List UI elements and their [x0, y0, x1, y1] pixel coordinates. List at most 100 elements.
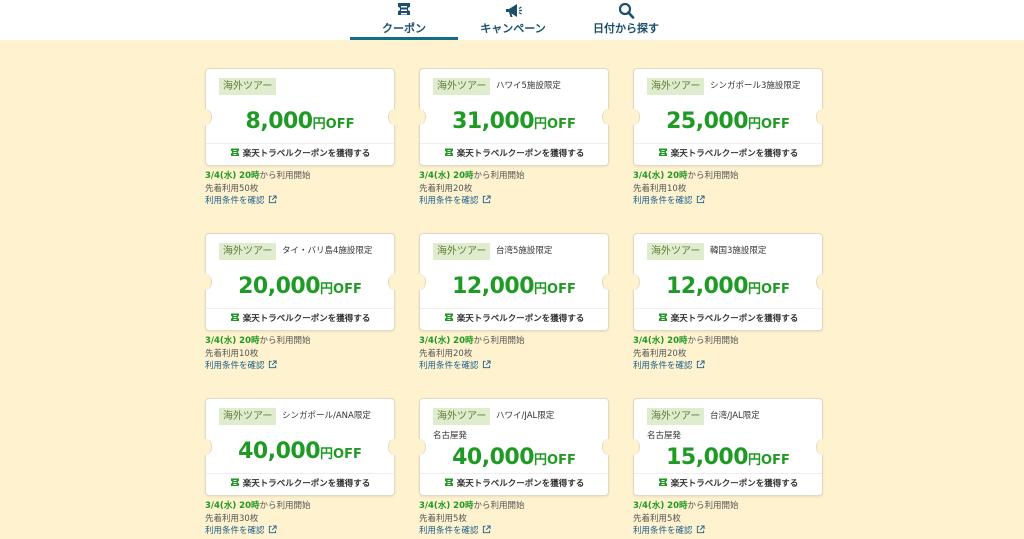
get-coupon-button[interactable]: 楽天トラベルクーポンを獲得する — [420, 473, 608, 495]
start-text: から利用開始 — [259, 336, 311, 346]
ticket-icon — [444, 148, 453, 156]
get-coupon-button[interactable]: 楽天トラベルクーポンを獲得する — [634, 473, 822, 495]
coupon-card[interactable]: 海外ツアー 8,000円OFF 楽天トラベルクーポンを獲得する — [200, 68, 400, 166]
terms-link[interactable]: 利用条件を確認 — [205, 525, 311, 538]
category-chip: 海外ツアー — [647, 78, 705, 95]
get-coupon-button[interactable]: 楽天トラベルクーポンを獲得する — [634, 143, 822, 165]
ticket-icon — [230, 148, 239, 156]
discount-amount: 20,000円OFF — [206, 274, 394, 299]
terms-link[interactable]: 利用条件を確認 — [633, 195, 739, 208]
get-coupon-label: 楽天トラベルクーポンを獲得する — [456, 149, 585, 159]
coupon-card[interactable]: 海外ツアー 台湾5施設限定 12,000円OFF 楽天トラベルクーポンを獲得する — [414, 233, 614, 331]
coupon-card[interactable]: 海外ツアー 韓国3施設限定 12,000円OFF 楽天トラベルクーポンを獲得する — [628, 233, 828, 331]
external-link-icon — [482, 525, 491, 534]
coupon-info: 3/4(水) 20時から利用開始 先着利用10枚 利用条件を確認 — [633, 170, 739, 208]
discount-amount: 12,000円OFF — [420, 274, 608, 299]
off-label: OFF — [547, 282, 576, 297]
discount-value: 25,000 — [666, 109, 749, 134]
start-line: 3/4(水) 20時から利用開始 — [419, 500, 525, 513]
terms-link[interactable]: 利用条件を確認 — [633, 525, 739, 538]
coupon-card[interactable]: 海外ツアー タイ・バリ島4施設限定 20,000円OFF 楽天トラベルクーポンを獲得す… — [200, 233, 400, 331]
get-coupon-button[interactable]: 楽天トラベルクーポンを獲得する — [634, 308, 822, 330]
coupon-card[interactable]: 海外ツアー 台湾/JAL限定 名古屋発 15,000円OFF 楽天トラベルクーポンを獲得… — [628, 398, 828, 496]
off-label: OFF — [333, 447, 362, 462]
get-coupon-label: 楽天トラベルクーポンを獲得する — [456, 479, 585, 489]
coupon-info: 3/4(水) 20時から利用開始 先着利用20枚 利用条件を確認 — [419, 335, 525, 373]
start-text: から利用開始 — [473, 336, 525, 346]
get-coupon-label: 楽天トラベルクーポンを獲得する — [670, 314, 799, 324]
discount-value: 31,000 — [452, 109, 535, 134]
usage-limit: 先着利用50枚 — [205, 183, 259, 194]
start-text: から利用開始 — [687, 336, 739, 346]
discount-value: 15,000 — [666, 445, 749, 470]
coupon-info: 3/4(水) 20時から利用開始 先着利用50枚 利用条件を確認 — [205, 170, 311, 208]
usage-limit: 先着利用30枚 — [205, 513, 259, 524]
terms-link[interactable]: 利用条件を確認 — [633, 360, 739, 373]
terms-link[interactable]: 利用条件を確認 — [419, 525, 525, 538]
get-coupon-label: 楽天トラベルクーポンを獲得する — [242, 479, 371, 489]
ticket-icon — [658, 148, 667, 156]
ticket-icon — [230, 478, 239, 486]
departure-label: 名古屋発 — [647, 431, 682, 441]
coupon-info: 3/4(水) 20時から利用開始 先着利用10枚 利用条件を確認 — [205, 335, 311, 373]
start-line: 3/4(水) 20時から利用開始 — [205, 500, 311, 513]
coupon-item: 海外ツアー 台湾/JAL限定 名古屋発 15,000円OFF 楽天トラベルクーポンを獲得… — [628, 398, 828, 536]
category-chip: 海外ツアー — [433, 78, 491, 95]
usage-limit: 先着利用20枚 — [419, 348, 473, 359]
currency-unit: 円 — [748, 453, 762, 468]
coupon-card[interactable]: 海外ツアー ハワイ5施設限定 31,000円OFF 楽天トラベルクーポンを獲得する — [414, 68, 614, 166]
tab-search-by-date[interactable]: 日付から探す — [576, 0, 676, 40]
start-text: から利用開始 — [259, 501, 311, 511]
terms-link[interactable]: 利用条件を確認 — [419, 360, 525, 373]
start-line: 3/4(水) 20時から利用開始 — [205, 335, 311, 348]
get-coupon-label: 楽天トラベルクーポンを獲得する — [670, 149, 799, 159]
terms-link[interactable]: 利用条件を確認 — [205, 360, 311, 373]
start-datetime: 3/4(水) 20時 — [633, 501, 688, 511]
off-label: OFF — [333, 282, 362, 297]
ticket-icon — [444, 313, 453, 321]
currency-unit: 円 — [320, 447, 334, 462]
discount-value: 12,000 — [452, 274, 535, 299]
get-coupon-button[interactable]: 楽天トラベルクーポンを獲得する — [206, 143, 394, 165]
coupon-item: 海外ツアー タイ・バリ島4施設限定 20,000円OFF 楽天トラベルクーポンを獲得す… — [200, 233, 400, 371]
category-chip: 海外ツアー — [647, 243, 705, 260]
terms-label: 利用条件を確認 — [205, 196, 265, 206]
ticket-icon — [230, 313, 239, 321]
usage-limit: 先着利用10枚 — [633, 183, 687, 194]
terms-link[interactable]: 利用条件を確認 — [205, 195, 311, 208]
category-chip: 海外ツアー — [433, 408, 491, 425]
discount-value: 20,000 — [238, 274, 321, 299]
start-datetime: 3/4(水) 20時 — [419, 501, 474, 511]
currency-unit: 円 — [320, 282, 334, 297]
discount-value: 8,000 — [245, 109, 314, 134]
category-chip: 海外ツアー — [647, 408, 705, 425]
terms-link[interactable]: 利用条件を確認 — [419, 195, 525, 208]
tab-coupon[interactable]: クーポン — [350, 0, 458, 40]
start-text: から利用開始 — [687, 501, 739, 511]
coupon-item: 海外ツアー シンガポール3施設限定 25,000円OFF 楽天トラベルクーポンを獲得す… — [628, 68, 828, 206]
search-icon — [618, 2, 635, 19]
coupon-card[interactable]: 海外ツアー ハワイ/JAL限定 名古屋発 40,000円OFF 楽天トラベルクーポンを獲… — [414, 398, 614, 496]
get-coupon-label: 楽天トラベルクーポンを獲得する — [242, 149, 371, 159]
get-coupon-button[interactable]: 楽天トラベルクーポンを獲得する — [420, 308, 608, 330]
terms-label: 利用条件を確認 — [633, 196, 693, 206]
tab-campaign[interactable]: キャンペーン — [463, 0, 563, 40]
coupon-target-label: シンガポール3施設限定 — [710, 81, 801, 91]
departure-label: 名古屋発 — [433, 431, 468, 441]
coupon-card[interactable]: 海外ツアー シンガポール3施設限定 25,000円OFF 楽天トラベルクーポンを獲得す… — [628, 68, 828, 166]
external-link-icon — [268, 525, 277, 534]
coupon-card[interactable]: 海外ツアー シンガポール/ANA限定 40,000円OFF 楽天トラベルクーポンを獲得… — [200, 398, 400, 496]
off-label: OFF — [325, 117, 355, 132]
get-coupon-button[interactable]: 楽天トラベルクーポンを獲得する — [206, 473, 394, 495]
currency-unit: 円 — [534, 282, 548, 297]
coupon-target-label: 台湾5施設限定 — [496, 246, 553, 256]
ticket-icon — [658, 478, 667, 486]
coupon-target-label: 台湾/JAL限定 — [710, 411, 760, 421]
start-datetime: 3/4(水) 20時 — [205, 336, 260, 346]
discount-amount: 31,000円OFF — [420, 109, 608, 134]
discount-amount: 40,000円OFF — [206, 439, 394, 464]
get-coupon-button[interactable]: 楽天トラベルクーポンを獲得する — [206, 308, 394, 330]
ticket-icon — [658, 313, 667, 321]
external-link-icon — [482, 195, 491, 204]
get-coupon-button[interactable]: 楽天トラベルクーポンを獲得する — [420, 143, 608, 165]
